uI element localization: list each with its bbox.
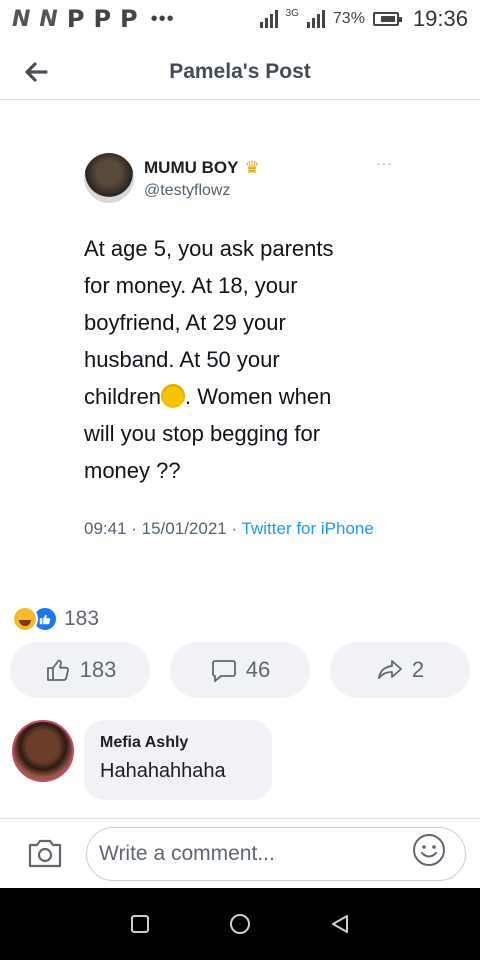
back-button[interactable] [20, 56, 52, 88]
haha-reaction-icon [12, 606, 38, 632]
comment-composer: Write a comment... [0, 818, 480, 888]
comment-bubble[interactable]: Mefia Ashly Hahahahhaha [84, 720, 272, 800]
battery-icon [372, 12, 402, 26]
network-type: 3G [285, 7, 299, 19]
tweet-line: children . Women when [84, 378, 404, 415]
system-nav-bar [0, 888, 480, 960]
comment-item: Mefia Ashly Hahahahhaha [10, 718, 470, 808]
like-button[interactable]: 183 [10, 642, 150, 698]
tweet-line: will you stop begging for [84, 421, 321, 446]
tweet-line: At age 5, you ask parents [84, 236, 334, 261]
camera-button[interactable] [26, 836, 64, 870]
crown-icon: ♛ [244, 158, 260, 177]
more-notifications-icon: ••• [150, 7, 175, 30]
share-count: 2 [411, 657, 425, 682]
tweet-author-name: MUMU BOY [144, 158, 239, 177]
signal-icon [306, 10, 325, 28]
more-options-icon: ··· [376, 155, 393, 171]
reactions-summary[interactable]: 183 [12, 606, 99, 632]
recents-icon[interactable] [128, 912, 152, 936]
clock: 19:36 [412, 6, 468, 31]
comment-author[interactable]: Mefia Ashly [100, 734, 256, 752]
notification-p-icon: P [66, 5, 85, 33]
laughing-emoji-icon [161, 384, 186, 408]
comment-icon [211, 660, 236, 682]
back-triangle-icon[interactable] [328, 912, 352, 936]
tweet-author: MUMU BOY ♛ [144, 158, 260, 178]
home-icon[interactable] [228, 912, 252, 936]
avatar[interactable] [12, 720, 74, 782]
tweet-line: money ?? [84, 458, 181, 483]
tweet-handle: @testyflowz [144, 182, 231, 199]
tweet-meta: 09:41 · 15/01/2021 · Twitter for iPhone [84, 516, 404, 542]
emoji-button[interactable] [412, 833, 446, 867]
comment-text: Hahahahhaha [100, 760, 226, 782]
tweet-avatar [84, 153, 134, 203]
notification-p-icon: P [93, 5, 111, 33]
back-arrow-icon [25, 62, 48, 82]
post-actions: 183 46 2 [10, 642, 470, 698]
thumbs-up-icon [46, 659, 69, 681]
share-button[interactable]: 2 [330, 642, 470, 698]
tweet-text: At age 5, you ask parents for money. At … [84, 230, 404, 489]
post-header: Pamela's Post [0, 44, 480, 100]
notification-n-icon: N [12, 6, 30, 32]
system-indicators: 3G 73% 19:36 [259, 6, 468, 32]
tweet-timestamp: 09:41 · 15/01/2021 · [84, 519, 242, 538]
comment-count: 46 [245, 657, 271, 682]
notification-icons: N N P P P ••• [12, 5, 175, 33]
camera-icon [28, 839, 62, 868]
reaction-count: 183 [64, 607, 100, 630]
smiley-icon [413, 834, 445, 866]
tweet-source-link: Twitter for iPhone [241, 519, 374, 538]
status-bar: N N P P P ••• 3G 73% 19:36 [0, 0, 480, 38]
signal-icon [259, 10, 278, 28]
tweet-word: children [84, 384, 162, 409]
comment-button[interactable]: 46 [170, 642, 310, 698]
tweet-line: husband. At 50 your [84, 347, 280, 372]
tweet-line: boyfriend, At 29 your [84, 310, 286, 335]
like-count: 183 [79, 657, 117, 682]
comment-input[interactable]: Write a comment... [86, 827, 466, 881]
battery-percentage: 73% [332, 10, 365, 27]
notification-p-icon: P [120, 5, 138, 33]
tweet-word: . Women when [185, 384, 332, 409]
notification-n-icon: N [39, 6, 57, 32]
share-arrow-icon [377, 660, 402, 679]
comment-input-placeholder: Write a comment... [99, 842, 275, 865]
tweet-line: for money. At 18, your [84, 273, 298, 298]
page-title: Pamela's Post [169, 59, 311, 83]
